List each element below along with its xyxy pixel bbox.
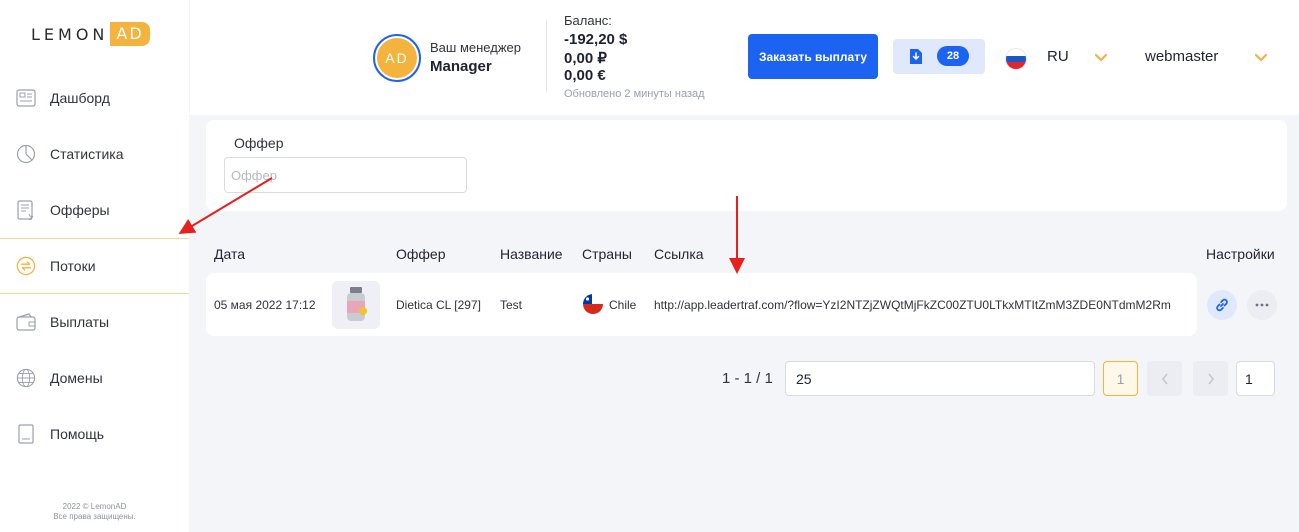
header-divider <box>546 20 547 92</box>
sidebar-item-label: Выплаты <box>50 314 110 330</box>
manager-caption: Ваш менеджер <box>430 40 521 55</box>
sidebar-item-label: Офферы <box>50 202 110 218</box>
offer-filter-input[interactable] <box>224 157 467 193</box>
offer-filter-label: Оффер <box>234 135 284 151</box>
column-header-date: Дата <box>214 246 246 262</box>
notifications-button[interactable]: 28 <box>893 39 985 74</box>
download-document-icon <box>909 48 923 69</box>
sidebar-item-domains[interactable]: Домены <box>0 350 189 406</box>
row-country: Chile <box>609 298 637 312</box>
sidebar: LEMON AD Дашборд Статистика Офферы Поток… <box>0 0 189 532</box>
sidebar-item-label: Помощь <box>50 426 105 442</box>
go-to-page-input[interactable] <box>1236 361 1275 396</box>
manager-initials: AD <box>377 38 417 78</box>
link-icon <box>1216 298 1228 312</box>
more-options-button[interactable] <box>1247 290 1277 320</box>
chile-flag-icon <box>583 294 603 314</box>
flows-icon <box>16 256 36 276</box>
row-link[interactable]: http://app.leadertraf.com/?flow=YzI2NTZj… <box>654 298 1184 312</box>
wallet-icon <box>16 312 36 332</box>
column-header-link: Ссылка <box>654 246 704 262</box>
manager-avatar[interactable]: AD <box>373 34 421 82</box>
sidebar-item-help[interactable]: Помощь <box>0 406 189 462</box>
logo-text: LEMON <box>31 24 109 44</box>
globe-icon <box>16 368 36 388</box>
copyright: 2022 © LemonAD Все права защищены. <box>53 502 136 521</box>
column-header-offer: Оффер <box>396 246 446 262</box>
balance-usd: -192,20 $ <box>564 31 628 48</box>
more-dots-icon <box>1255 303 1269 307</box>
pagination-range: 1 - 1 / 1 <box>722 370 773 387</box>
chevron-down-icon[interactable] <box>1254 53 1268 63</box>
dashboard-icon <box>16 88 36 108</box>
sidebar-item-statistics[interactable]: Статистика <box>0 126 189 182</box>
russia-flag-icon <box>1005 48 1027 70</box>
row-date: 05 мая 2022 17:12 <box>214 298 316 312</box>
request-payout-button[interactable]: Заказать выплату <box>748 34 878 79</box>
balance-eur: 0,00 € <box>564 67 606 84</box>
balance-title: Баланс: <box>564 13 612 28</box>
chart-icon <box>16 144 36 164</box>
sidebar-item-label: Статистика <box>50 146 124 162</box>
notifications-count: 28 <box>937 46 969 66</box>
manager-name: Manager <box>430 58 492 75</box>
balance-updated: Обновлено 2 минуты назад <box>564 88 705 100</box>
next-page-button[interactable] <box>1193 361 1228 396</box>
logo-badge: AD <box>110 22 150 46</box>
sidebar-item-payouts[interactable]: Выплаты <box>0 294 189 350</box>
sidebar-item-flows[interactable]: Потоки <box>0 238 189 294</box>
sidebar-item-label: Дашборд <box>50 90 110 106</box>
user-menu[interactable]: webmaster <box>1145 48 1218 65</box>
page-button-current[interactable]: 1 <box>1103 361 1138 396</box>
sidebar-item-dashboard[interactable]: Дашборд <box>0 70 189 126</box>
row-offer[interactable]: Dietica CL [297] <box>396 298 481 312</box>
header <box>190 0 1299 115</box>
offers-icon <box>16 200 36 220</box>
per-page-input[interactable] <box>785 361 1095 396</box>
help-icon <box>16 424 36 444</box>
copy-link-button[interactable] <box>1207 290 1237 320</box>
column-header-countries: Страны <box>582 246 632 262</box>
chevron-left-icon <box>1161 373 1168 384</box>
prev-page-button[interactable] <box>1147 361 1182 396</box>
sidebar-item-offers[interactable]: Офферы <box>0 182 189 238</box>
chevron-right-icon <box>1207 373 1214 384</box>
column-header-name: Название <box>500 246 563 262</box>
language-selector[interactable]: RU <box>1047 48 1069 65</box>
balance-rub: 0,00 ₽ <box>564 50 607 67</box>
logo[interactable]: LEMON AD <box>31 22 150 46</box>
offer-thumbnail <box>332 281 380 329</box>
column-header-settings: Настройки <box>1206 246 1275 262</box>
chevron-down-icon[interactable] <box>1094 53 1108 63</box>
sidebar-item-label: Потоки <box>50 258 96 274</box>
sidebar-item-label: Домены <box>50 370 103 386</box>
row-name: Test <box>500 298 523 312</box>
